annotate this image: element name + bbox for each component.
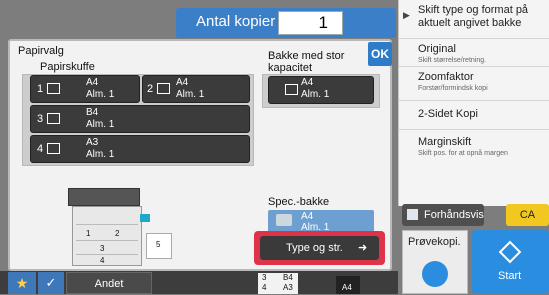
bypass-tray-icon [276,214,292,226]
status-3-size: B4 [283,273,293,282]
tray-1-type: Alm. 1 [86,89,115,100]
menu-divider [399,38,549,39]
type-size-button[interactable]: Type og str. ➜ [260,236,379,260]
tray-3-type: Alm. 1 [86,119,115,130]
dialog-title: Papirvalg [18,45,64,57]
start-button[interactable]: Start [472,230,549,294]
paper-tray-icon [157,83,170,94]
menu-item-original-sub: Skift størrelse/retning. [418,57,487,64]
star-icon[interactable]: ★ [8,272,36,294]
menu-item-zoom[interactable]: Zoomfaktor [418,71,474,84]
menu-item-duplex[interactable]: 2-Sidet Kopi [418,108,478,121]
menu-item-change-tray-type[interactable]: Skift type og format på aktuelt angivet … [418,4,528,30]
printer-tray-1-label: 1 [86,229,91,238]
menu-divider [399,129,549,130]
status-3-num: 3 [262,273,267,282]
status-4-size: A3 [283,283,293,292]
tray-slot [76,254,138,255]
printer-tray-3-label: 3 [100,244,105,253]
copies-label: Antal kopier [196,13,276,30]
tray-slot [76,224,138,225]
menu-item-margin-sub: Skift pos. for at opnå margen [418,150,508,157]
paper-tray-icon [47,143,60,154]
printer-body [72,206,142,266]
proof-start-icon [422,261,448,287]
printer-tray-4-label: 4 [100,256,105,265]
paper-tray-icon [285,84,298,95]
other-button[interactable]: Andet [66,272,152,294]
type-size-label: Type og str. [286,242,343,254]
tray-4-type: Alm. 1 [86,149,115,160]
big-tray-type: Alm. 1 [301,89,330,100]
ok-button[interactable]: OK [368,42,392,66]
menu-item-original[interactable]: Original [418,43,456,56]
right-menu-panel [398,0,549,206]
arrow-right-icon: ➜ [358,242,368,254]
printer-tray-5-label: 5 [156,240,161,249]
tray-2-size: A4 [176,77,189,88]
tray-4-number: 4 [37,143,44,155]
tray-2-type: Alm. 1 [176,89,205,100]
printer-illustration [68,188,140,206]
tray-1-size: A4 [86,77,99,88]
tray-4-button[interactable] [30,135,250,163]
menu-divider [399,100,549,101]
big-tray-size: A4 [301,77,314,88]
copies-value: 1 [318,13,328,32]
start-icon [498,240,522,264]
menu-item-label-1: Skift type og format på [418,4,529,16]
tray-section-label: Papirskuffe [40,61,95,73]
menu-item-zoom-sub: Forstør/formindsk kopi [418,85,488,92]
preview-button[interactable]: Forhåndsvis [402,204,484,226]
tray-slot [76,240,138,241]
tray-3-size: B4 [86,107,99,118]
menu-divider [399,66,549,67]
paper-tray-icon [47,113,60,124]
tray-3-number: 3 [37,113,44,125]
menu-item-label-2: aktuelt angivet bakke [418,17,522,29]
proof-copy-label: Prøvekopi. [408,236,461,248]
paper-path-arrow-icon [140,214,150,222]
big-tray-label-2: kapacitet [268,62,313,74]
spec-tray-label: Spec.-bakke [268,196,330,208]
printer-tray-2-label: 2 [115,229,120,238]
tray-3-button[interactable] [30,105,250,133]
big-tray-label-1: Bakke med stor [268,50,345,62]
tray-1-number: 1 [37,83,44,95]
menu-item-margin-shift[interactable]: Marginskift [418,136,471,149]
preview-label: Forhåndsvis [424,209,484,221]
arrow-right-icon: ▶ [403,10,410,20]
proof-copy-panel[interactable]: Prøvekopi. [402,230,468,294]
paper-tray-icon [47,83,60,94]
tray-2-number: 2 [147,83,154,95]
tray-4-size: A3 [86,137,99,148]
ca-button[interactable]: CA [506,204,549,226]
paper-size-label: A4 [342,283,352,292]
status-4-num: 4 [262,283,267,292]
document-icon [407,209,418,220]
start-label: Start [498,270,522,282]
check-icon[interactable]: ✓ [38,272,64,294]
